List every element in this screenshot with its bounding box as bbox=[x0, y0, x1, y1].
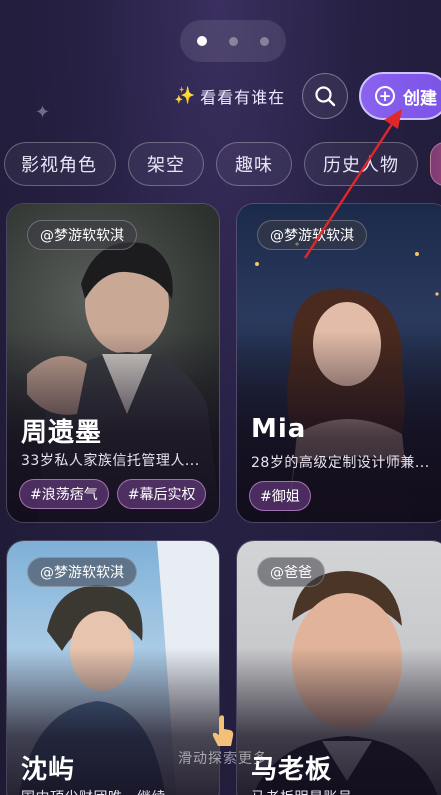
author-badge: @梦游软软淇 bbox=[257, 220, 367, 250]
chip-historical-figures[interactable]: 历史人物 bbox=[304, 142, 418, 186]
category-chips: 影视角色 架空 趣味 历史人物 bbox=[0, 142, 441, 190]
character-name: 周遗墨 bbox=[21, 418, 103, 448]
chip-more[interactable] bbox=[430, 142, 441, 186]
chip-film-tv-roles[interactable]: 影视角色 bbox=[4, 142, 116, 186]
character-name: Mia bbox=[251, 414, 307, 444]
author-badge: @梦游软软淇 bbox=[27, 220, 137, 250]
page-dot bbox=[260, 36, 269, 46]
see-who-label: 看看有谁在 bbox=[200, 88, 286, 107]
create-button[interactable]: + 创建 bbox=[359, 72, 441, 120]
chip-fun[interactable]: 趣味 bbox=[216, 142, 292, 186]
create-button-label: 创建 bbox=[403, 88, 437, 109]
swipe-hint-text: 滑动探索更多 bbox=[178, 751, 268, 767]
author-badge: @梦游软软淇 bbox=[27, 557, 137, 587]
tag[interactable]: #浪荡痞气 bbox=[19, 479, 109, 509]
character-name: 沈屿 bbox=[21, 755, 76, 785]
page-dot bbox=[229, 36, 238, 46]
tag-list: #御姐 bbox=[249, 481, 311, 511]
search-button[interactable] bbox=[302, 73, 348, 119]
search-icon bbox=[315, 86, 336, 107]
character-description: 33岁私人家族信托管理人... bbox=[21, 453, 200, 469]
page-indicator[interactable] bbox=[180, 20, 286, 62]
tag[interactable]: #御姐 bbox=[249, 481, 311, 511]
character-description: 马老板明星账号... bbox=[251, 787, 435, 795]
character-discovery-screen: ✦ ✨ 看看有谁在 + 创建 影视角色 架空 趣味 历史人物 @梦游软软淇 周遗… bbox=[0, 0, 441, 795]
tag-list: #浪荡痞气 #幕后实权 bbox=[19, 479, 207, 509]
character-description: 28岁的高级定制设计师兼... bbox=[251, 455, 430, 471]
sparkle-decoration-icon: ✦ bbox=[35, 102, 51, 123]
swipe-hand-icon bbox=[212, 715, 234, 746]
character-card[interactable]: @梦游软软淇 周遗墨 33岁私人家族信托管理人... #浪荡痞气 #幕后实权 bbox=[6, 203, 220, 523]
chip-fictional[interactable]: 架空 bbox=[128, 142, 204, 186]
character-card[interactable]: @梦游软软淇 Mia 28岁的高级定制设计师兼... #御姐 bbox=[236, 203, 441, 523]
tag[interactable]: #幕后实权 bbox=[116, 479, 207, 509]
page-dot-active bbox=[197, 36, 207, 46]
character-description: 国内顶尖财团唯一继续... bbox=[21, 787, 205, 795]
see-who-online-link[interactable]: ✨ 看看有谁在 bbox=[174, 82, 285, 110]
author-badge: @爸爸 bbox=[257, 557, 325, 587]
plus-circle-icon: + bbox=[375, 86, 395, 106]
sparkle-icon: ✨ bbox=[174, 86, 197, 106]
